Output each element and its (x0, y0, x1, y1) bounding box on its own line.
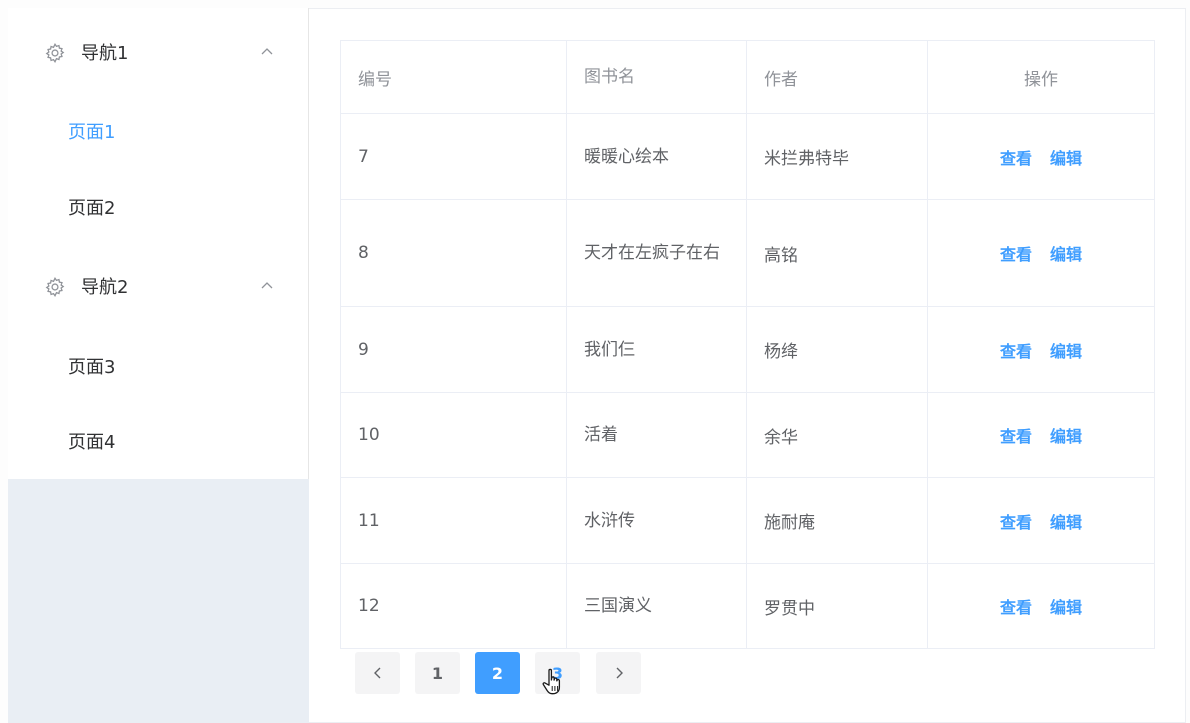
cell-id: 10 (341, 393, 567, 477)
cell-author: 余华 (747, 393, 928, 477)
view-link[interactable]: 查看 (1000, 423, 1032, 447)
cell-actions: 查看 编辑 (928, 564, 1154, 648)
header-author: 作者 (747, 41, 928, 113)
chevron-up-icon (261, 282, 273, 289)
gear-icon (45, 277, 65, 297)
chevron-left-icon (373, 667, 380, 679)
cell-book-name: 暖暖心绘本 (567, 114, 747, 199)
menu-item-label: 页面1 (68, 122, 116, 143)
sidebar: 导航1 页面1 页面2 导航2 页面3 页面4 (8, 8, 309, 723)
table-header-row: 编号 图书名 作者 操作 (341, 41, 1154, 114)
table-row: 10 活着 余华 查看 编辑 (341, 393, 1154, 478)
cell-book-name: 活着 (567, 393, 747, 477)
cell-author: 杨绛 (747, 307, 928, 392)
edit-link[interactable]: 编辑 (1050, 594, 1082, 618)
menu-item-label: 页面4 (68, 432, 116, 453)
edit-link[interactable]: 编辑 (1050, 241, 1082, 265)
books-table: 编号 图书名 作者 操作 7 暖暖心绘本 米拦弗特毕 查看 编辑 8 天才在左疯… (340, 40, 1155, 649)
menu-item-label: 页面3 (68, 357, 116, 378)
page-button-1[interactable]: 1 (415, 652, 460, 694)
table-row: 12 三国演义 罗贯中 查看 编辑 (341, 564, 1154, 648)
cell-id: 7 (341, 114, 567, 199)
table-row: 9 我们仨 杨绛 查看 编辑 (341, 307, 1154, 393)
cell-book-name: 三国演义 (567, 564, 747, 648)
view-link[interactable]: 查看 (1000, 145, 1032, 169)
view-link[interactable]: 查看 (1000, 338, 1032, 362)
cell-actions: 查看 编辑 (928, 478, 1154, 563)
cell-author: 米拦弗特毕 (747, 114, 928, 199)
sidebar-menu: 导航1 页面1 页面2 导航2 页面3 页面4 (8, 8, 309, 479)
edit-link[interactable]: 编辑 (1050, 338, 1082, 362)
chevron-right-icon (616, 667, 623, 679)
chevron-up-icon (261, 48, 273, 55)
menu-item-page-4[interactable]: 页面4 (8, 413, 308, 469)
cell-actions: 查看 编辑 (928, 200, 1154, 306)
edit-link[interactable]: 编辑 (1050, 145, 1082, 169)
cell-book-name: 水浒传 (567, 478, 747, 563)
menu-item-page-2[interactable]: 页面2 (8, 179, 308, 235)
cell-id: 9 (341, 307, 567, 392)
cell-id: 8 (341, 200, 567, 306)
submenu-title-label: 导航2 (81, 277, 129, 298)
table-row: 7 暖暖心绘本 米拦弗特毕 查看 编辑 (341, 114, 1154, 200)
edit-link[interactable]: 编辑 (1050, 423, 1082, 447)
next-page-button[interactable] (596, 652, 641, 694)
header-id: 编号 (341, 41, 567, 113)
cell-book-name: 天才在左疯子在右 (567, 200, 747, 306)
table-row: 11 水浒传 施耐庵 查看 编辑 (341, 478, 1154, 564)
page-button-2[interactable]: 2 (475, 652, 520, 694)
header-book-name: 图书名 (567, 41, 747, 113)
cell-id: 11 (341, 478, 567, 563)
cell-author: 罗贯中 (747, 564, 928, 648)
cell-id: 12 (341, 564, 567, 648)
cell-actions: 查看 编辑 (928, 114, 1154, 199)
view-link[interactable]: 查看 (1000, 594, 1032, 618)
submenu-title-label: 导航1 (81, 43, 129, 64)
cell-author: 施耐庵 (747, 478, 928, 563)
view-link[interactable]: 查看 (1000, 241, 1032, 265)
edit-link[interactable]: 编辑 (1050, 509, 1082, 533)
menu-item-label: 页面2 (68, 198, 116, 219)
header-actions: 操作 (1024, 69, 1058, 90)
page-button-3[interactable]: 3 (535, 652, 580, 694)
cell-book-name: 我们仨 (567, 307, 747, 392)
submenu-nav-1[interactable]: 导航1 (8, 24, 308, 80)
view-link[interactable]: 查看 (1000, 509, 1032, 533)
menu-item-page-3[interactable]: 页面3 (8, 338, 308, 394)
gear-icon (45, 43, 65, 63)
cell-actions: 查看 编辑 (928, 307, 1154, 392)
menu-item-page-1[interactable]: 页面1 (8, 103, 308, 159)
cell-actions: 查看 编辑 (928, 393, 1154, 477)
submenu-nav-2[interactable]: 导航2 (8, 258, 308, 314)
prev-page-button[interactable] (355, 652, 400, 694)
cell-author: 高铭 (747, 200, 928, 306)
table-row: 8 天才在左疯子在右 高铭 查看 编辑 (341, 200, 1154, 307)
